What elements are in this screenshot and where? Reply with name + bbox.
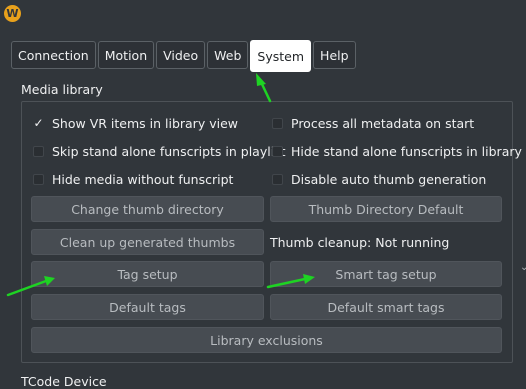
arrow-to-tag-setup-icon — [6, 276, 55, 297]
arrow-to-smart-tag-setup-icon — [266, 274, 315, 289]
arrow-to-system-tab-icon — [256, 73, 272, 103]
annotation-arrows — [6, 73, 315, 297]
